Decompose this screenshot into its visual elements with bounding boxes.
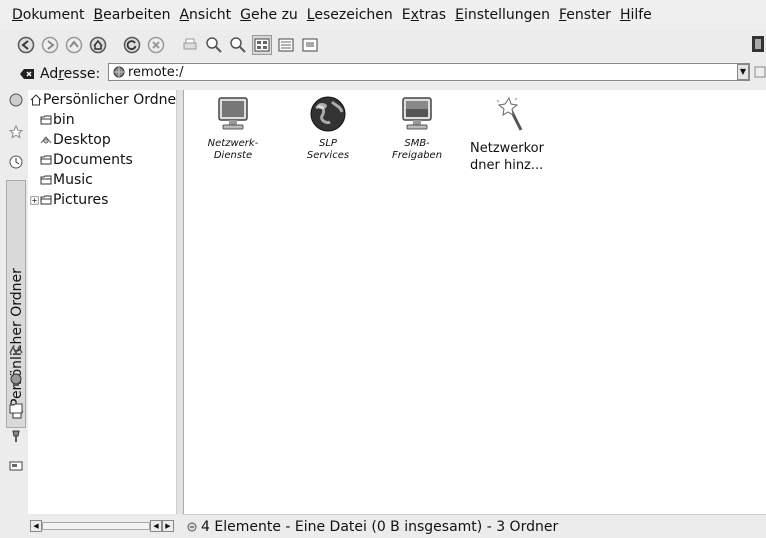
menu-dokument[interactable]: Dokument (12, 7, 85, 23)
menu-gehe-zu[interactable]: Gehe zu (240, 7, 298, 23)
media-player-icon (9, 345, 23, 355)
menu-ansicht[interactable]: Ansicht (179, 7, 231, 23)
file-item-netzwerkordner-hinzufuegen[interactable]: Netzwerkor dner hinz... (462, 94, 552, 174)
reload-icon (123, 36, 141, 54)
scroll-left-button[interactable]: ◀ (30, 520, 42, 532)
expand-plus-icon[interactable] (30, 195, 39, 205)
scroll-left-button-2[interactable]: ◀ (150, 520, 162, 532)
location-value: remote:/ (128, 64, 184, 80)
scroll-right-button[interactable]: ▶ (162, 520, 174, 532)
file-item-label: SMB- Freigaben (391, 138, 443, 161)
toolbar (0, 30, 766, 60)
tree-item-documents[interactable]: Documents (40, 150, 133, 170)
sidebar-tab-bookmarks[interactable] (6, 122, 26, 142)
forward-button[interactable] (40, 35, 60, 55)
go-icon[interactable] (754, 64, 766, 80)
location-label: Adresse: (40, 66, 101, 82)
network-globe-icon (10, 373, 22, 386)
location-dropdown-button[interactable]: ▼ (737, 64, 749, 80)
menu-extras[interactable]: Extras (402, 7, 446, 23)
clock-icon (9, 155, 23, 169)
forward-arrow-icon (41, 36, 59, 54)
status-bar: 4 Elemente - Eine Datei (0 B insgesamt) … (183, 514, 766, 538)
magic-wand-icon (496, 96, 523, 131)
network-globe-icon (113, 66, 125, 78)
monitor-share-icon (402, 97, 432, 130)
menu-einstellungen[interactable]: Einstellungen (455, 7, 550, 23)
file-item-smb-freigaben[interactable]: SMB- Freigaben (372, 94, 462, 162)
tree-item-bin[interactable]: bin (40, 110, 75, 130)
folder-icon (9, 403, 23, 414)
back-button[interactable] (16, 35, 36, 55)
tree-item-desktop[interactable]: Desktop (40, 130, 111, 150)
home-icon (30, 94, 42, 106)
globe-icon (310, 96, 346, 132)
toolbar-separator (170, 35, 176, 55)
terminal-icon (9, 461, 23, 471)
list-view-icon (278, 38, 294, 52)
scrollbar-track[interactable] (42, 522, 150, 530)
tree-item-pictures[interactable]: Pictures (30, 190, 108, 210)
sidebar-tab-sidebar-news[interactable] (6, 456, 26, 476)
up-button[interactable] (64, 35, 84, 55)
clear-location-icon[interactable] (20, 68, 34, 80)
detail-view-icon (302, 38, 318, 52)
zoom-in-icon (206, 37, 222, 53)
home-icon (89, 36, 107, 54)
print-button[interactable] (180, 35, 200, 55)
sidebar-tab-home-folder[interactable]: Persönlicher Ordner (6, 180, 26, 428)
sidebar-tab-media[interactable] (6, 340, 26, 360)
sidebar-tab-services[interactable] (6, 426, 26, 446)
folder-tree: Persönlicher Ordne bin Desktop Documents… (28, 90, 177, 514)
back-arrow-icon (17, 36, 35, 54)
sidebar-tab-history[interactable] (6, 152, 26, 172)
folder-icon (40, 155, 52, 165)
compass-icon (9, 93, 23, 107)
up-arrow-icon (65, 36, 83, 54)
reload-button[interactable] (122, 35, 142, 55)
star-icon (9, 125, 23, 139)
menu-bearbeiten[interactable]: Bearbeiten (94, 7, 171, 23)
status-text: 4 Elemente - Eine Datei (0 B insgesamt) … (201, 518, 559, 535)
desktop-icon (40, 136, 52, 144)
status-indicator-icon (187, 522, 197, 531)
sidebar-tab-root-folder[interactable] (6, 398, 26, 418)
folder-icon (40, 115, 52, 125)
detail-view-button[interactable] (300, 35, 320, 55)
zoom-out-icon (230, 37, 246, 53)
tree-item-home[interactable]: Persönlicher Ordne (30, 90, 176, 110)
panel-splitter[interactable] (176, 90, 183, 514)
sidebar-tab-bookmarks-root[interactable] (6, 90, 26, 110)
stop-button[interactable] (146, 35, 166, 55)
sidebar-tabs: Persönlicher Ordner (6, 90, 26, 514)
file-item-netzwerk-dienste[interactable]: Netzwerk- Dienste (188, 94, 278, 162)
icon-view-button[interactable] (252, 35, 272, 55)
menu-hilfe[interactable]: Hilfe (620, 7, 652, 23)
list-view-button[interactable] (276, 35, 296, 55)
tree-horizontal-scrollbar[interactable]: ◀ ◀ ▶ (28, 520, 176, 534)
menu-fenster[interactable]: Fenster (559, 7, 611, 23)
stop-icon (147, 36, 165, 54)
location-input[interactable]: remote:/ (108, 63, 750, 81)
sidebar-tab-network[interactable] (6, 370, 26, 390)
folder-icon (40, 175, 52, 185)
menu-bar: Dokument Bearbeiten Ansicht Gehe zu Lese… (0, 0, 766, 30)
file-view: Netzwerk- Dienste SLP Services SMB- Frei… (183, 90, 766, 514)
home-button[interactable] (88, 35, 108, 55)
printer-icon (183, 38, 197, 50)
file-item-label: Netzwerk- Dienste (207, 138, 259, 161)
file-item-label: Netzwerkor dner hinz... (470, 141, 544, 173)
file-item-label: SLP Services (306, 138, 350, 161)
monitor-icon (218, 97, 248, 130)
folder-icon (40, 195, 52, 205)
file-item-slp-services[interactable]: SLP Services (283, 94, 373, 162)
services-icon (12, 430, 20, 442)
menu-lesezeichen[interactable]: Lesezeichen (307, 7, 393, 23)
zoom-in-button[interactable] (204, 35, 224, 55)
kde-throbber-icon (752, 36, 764, 52)
zoom-out-button[interactable] (228, 35, 248, 55)
toolbar-separator (112, 35, 118, 55)
icon-view-icon (254, 38, 270, 52)
tree-item-music[interactable]: Music (40, 170, 93, 190)
